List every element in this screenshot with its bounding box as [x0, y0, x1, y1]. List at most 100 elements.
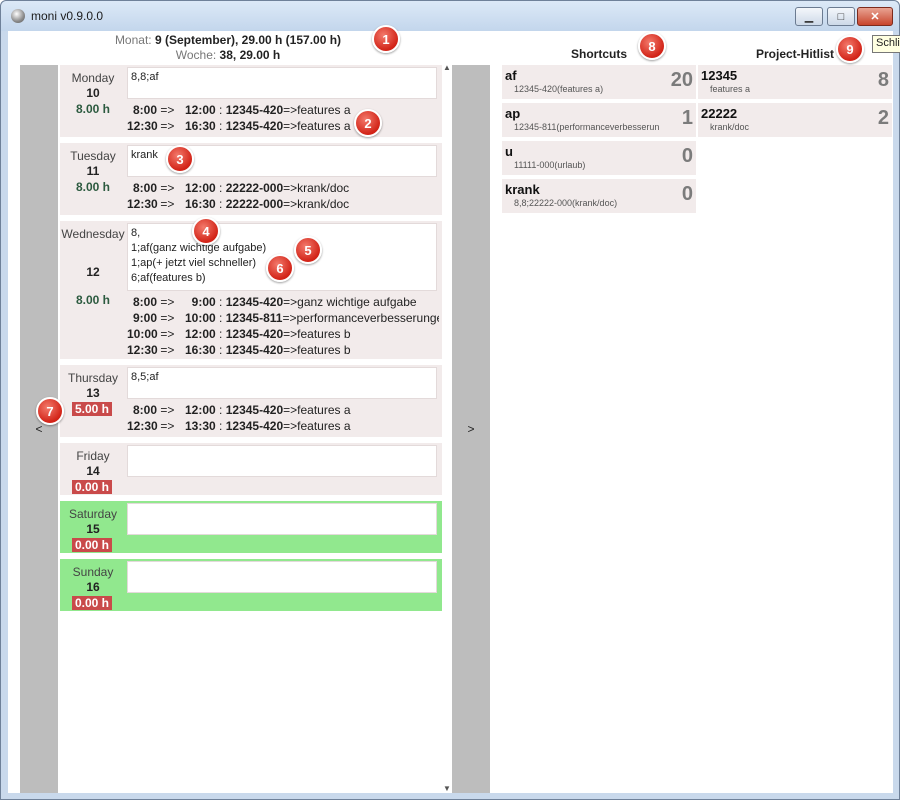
day-name: Thursday [67, 371, 119, 385]
day-input-field[interactable]: 8,8;af [127, 67, 437, 99]
day-input-field[interactable]: 8,5;af [127, 367, 437, 399]
window-title: moni v0.9.0.0 [31, 9, 104, 23]
day-name: Monday [71, 71, 115, 85]
shortcuts-card-u[interactable]: u 11111-000(urlaub) 0 [502, 141, 696, 175]
day-number: 10 [86, 86, 100, 100]
month-label: Monat: [114, 33, 152, 47]
day-name: Saturday [68, 507, 118, 521]
card-count: 0 [681, 145, 693, 167]
day-name: Wednesday [61, 227, 125, 241]
entry-arrow: => [160, 403, 175, 417]
entry-end-time: 16:30 [185, 197, 216, 211]
card-count: 8 [877, 69, 889, 91]
day-block-wednesday: Wednesday 12 8.00 h 8, 1;af(ganz wichtige a… [60, 221, 442, 359]
day-input-field[interactable] [127, 503, 437, 535]
client-area: Monat: 9 (September), 29.00 h (157.00 h)… [8, 31, 893, 793]
time-entry-row: 8:00 => 12:00 : 12345-420=>features a [127, 403, 439, 417]
day-number: 13 [86, 386, 100, 400]
entry-start-time: 12:30 [127, 119, 158, 133]
entry-project-code: 12345-420 [225, 103, 284, 117]
entry-end-time: 12:00 [185, 403, 216, 417]
time-entry-row: 10:00 => 12:00 : 12345-420=>features b [127, 327, 439, 341]
card-description: 11111-000(urlaub) [514, 160, 586, 170]
annotation-badge-2: 2 [354, 109, 382, 137]
entry-description: features a [297, 403, 351, 417]
entry-separator: : [219, 311, 223, 325]
entry-start-time: 12:30 [127, 197, 158, 211]
entry-description: features b [297, 327, 351, 341]
day-block-monday: Monday 10 8.00 h 8,8;af 8:00 => 12:00 : 1234… [60, 65, 442, 137]
entry-project-code: 12345-420 [225, 119, 284, 133]
time-entry-row: 8:00 => 12:00 : 22222-000=>krank/doc [127, 181, 439, 195]
entry-project-code: 12345-420 [225, 295, 284, 309]
entry-separator: : [219, 119, 223, 133]
entry-end-time: 9:00 [191, 295, 216, 309]
time-entry-row: 12:30 => 16:30 : 12345-420=>features a [127, 119, 439, 133]
day-hours: 8.00 h [75, 102, 111, 116]
day-number: 12 [86, 265, 100, 279]
entry-arrow: => [282, 311, 297, 325]
app-icon [11, 9, 25, 23]
entry-description: features a [297, 419, 351, 433]
hitlist-card-12345[interactable]: 12345 features a 8 [698, 65, 892, 99]
card-name: af [505, 68, 517, 83]
entry-arrow: => [160, 295, 175, 309]
card-name: ap [505, 106, 521, 121]
hitlist-card-22222[interactable]: 22222 krank/doc 2 [698, 103, 892, 137]
day-list-scrollbar[interactable]: ▲ ▼ [442, 63, 452, 793]
day-number: 15 [86, 522, 100, 536]
entry-description: features a [297, 103, 351, 117]
entry-arrow: => [160, 343, 175, 357]
close-button[interactable]: ✕ [857, 7, 893, 26]
card-count: 2 [877, 107, 889, 129]
shortcuts-card-af[interactable]: af 12345-420(features a) 20 [502, 65, 696, 99]
entry-arrow: => [283, 181, 298, 195]
scroll-down-icon[interactable]: ▼ [443, 784, 451, 793]
month-value: 9 (September), 29.00 h (157.00 h) [154, 33, 342, 47]
entry-arrow: => [160, 103, 175, 117]
previous-week-button[interactable]: < [20, 65, 58, 793]
minimize-button[interactable]: ▁ [795, 7, 823, 26]
entry-end-time: 16:30 [185, 119, 216, 133]
card-name: 12345 [701, 68, 738, 83]
card-description: 8,8;22222-000(krank/doc) [514, 198, 618, 208]
entry-end-time: 16:30 [185, 343, 216, 357]
entry-start-time: 8:00 [132, 181, 157, 195]
entry-separator: : [219, 295, 223, 309]
time-entry-row: 8:00 => 12:00 : 12345-420=>features a [127, 103, 439, 117]
next-week-button[interactable]: > [452, 65, 490, 793]
entry-end-time: 12:00 [185, 181, 216, 195]
shortcuts-card-krank[interactable]: krank 8,8;22222-000(krank/doc) 0 [502, 179, 696, 213]
entry-project-code: 22222-000 [225, 181, 284, 195]
time-entry-row: 12:30 => 16:30 : 22222-000=>krank/doc [127, 197, 439, 211]
annotation-badge-1: 1 [372, 25, 400, 53]
week-value: 38, 29.00 h [219, 48, 281, 62]
entry-arrow: => [283, 103, 298, 117]
entry-arrow: => [283, 327, 298, 341]
entry-start-time: 10:00 [127, 327, 158, 341]
annotation-badge-5: 5 [294, 236, 322, 264]
entry-description: features b [297, 343, 351, 357]
shortcuts-card-ap[interactable]: ap 12345-811(performanceverbesserun 1 [502, 103, 696, 137]
entry-arrow: => [160, 119, 175, 133]
week-label: Woche: [175, 48, 217, 62]
entry-end-time: 13:30 [185, 419, 216, 433]
entry-project-code: 22222-000 [225, 197, 284, 211]
day-hours: 8.00 h [75, 293, 111, 307]
day-input-field[interactable] [127, 445, 437, 477]
entry-arrow: => [160, 311, 175, 325]
day-input-field[interactable] [127, 561, 437, 593]
scroll-up-icon[interactable]: ▲ [443, 63, 451, 72]
maximize-button[interactable]: □ [827, 7, 855, 26]
day-hours: 5.00 h [72, 402, 112, 416]
close-tooltip: Schli [872, 35, 900, 53]
title-bar[interactable]: moni v0.9.0.0 ▁ □ ✕ [1, 1, 899, 31]
entry-separator: : [219, 343, 223, 357]
entry-separator: : [219, 181, 223, 195]
entry-project-code: 12345-420 [225, 327, 284, 341]
entry-separator: : [219, 403, 223, 417]
card-name: krank [505, 182, 540, 197]
entry-arrow: => [160, 419, 175, 433]
entry-project-code: 12345-420 [225, 403, 284, 417]
entry-start-time: 8:00 [132, 103, 157, 117]
